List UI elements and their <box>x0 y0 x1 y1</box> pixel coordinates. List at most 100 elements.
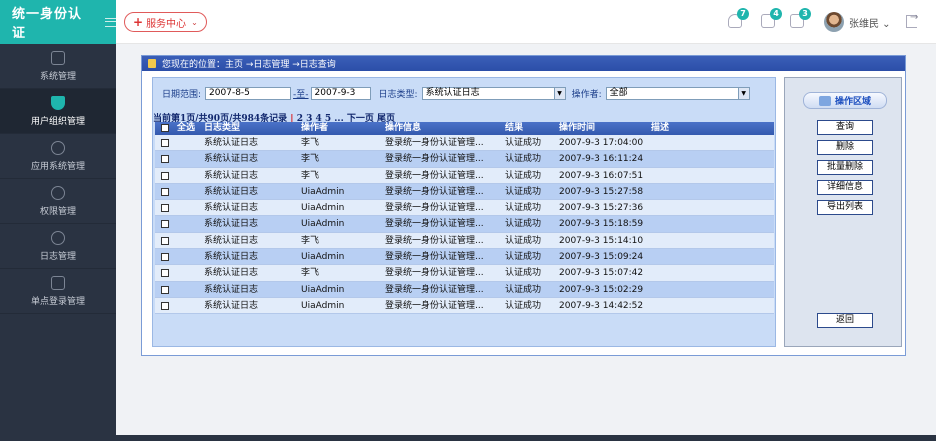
table-row[interactable]: 系统认证日志 UiaAdmin 登录统一身份认证管理... 认证成功 2007-9-3 … <box>155 297 774 315</box>
table-row[interactable]: 系统认证日志 UiaAdmin 登录统一身份认证管理... 认证成功 2007-9-3 … <box>155 200 774 217</box>
row-checkbox[interactable] <box>161 285 169 294</box>
dropdown-arrow-icon: ▼ <box>737 88 749 99</box>
service-center-label: 服务中心 <box>146 18 187 30</box>
sidebar-item-app-system[interactable]: 应用系统管理 <box>0 134 116 179</box>
operator-select[interactable]: 全部 ▼ <box>605 87 750 100</box>
operator-value: 全部 <box>609 88 628 98</box>
log-type-value: 系统认证日志 <box>425 88 480 98</box>
cell-result: 认证成功 <box>505 284 542 295</box>
select-all-checkbox[interactable] <box>161 124 169 132</box>
row-checkbox[interactable] <box>161 253 169 262</box>
cell-info: 登录统一身份认证管理... <box>385 284 484 295</box>
row-checkbox[interactable] <box>161 301 169 310</box>
service-center-button[interactable]: + 服务中心 ⌄ <box>124 12 207 32</box>
cell-time: 2007-9-3 14:42:52 <box>559 300 644 311</box>
document-icon[interactable]: 3 <box>790 8 811 28</box>
table-row[interactable]: 系统认证日志 李飞 登录统一身份认证管理... 认证成功 2007-9-3 16:07:… <box>155 167 774 184</box>
medkit-icon <box>51 275 65 290</box>
header-type: 日志类型 <box>204 123 241 133</box>
top-header: + 服务中心 ⌄ 7 4 3 张维民 ⌄ <box>116 0 936 44</box>
export-list-button[interactable]: 导出列表 <box>817 200 873 215</box>
cell-time: 2007-9-3 15:07:42 <box>559 268 644 279</box>
cell-result: 认证成功 <box>505 235 542 246</box>
table-row[interactable]: 系统认证日志 李飞 登录统一身份认证管理... 认证成功 2007-9-3 15:14:… <box>155 232 774 250</box>
cell-operator: UiaAdmin <box>301 300 345 311</box>
table-row[interactable]: 系统认证日志 李飞 登录统一身份认证管理... 认证成功 2007-9-3 17:04:… <box>155 135 774 152</box>
table-row[interactable]: 系统认证日志 UiaAdmin 登录统一身份认证管理... 认证成功 2007-9-3 … <box>155 249 774 266</box>
bell-badge: 7 <box>737 8 749 20</box>
cell-operator: 李飞 <box>301 154 320 165</box>
sidebar-item-log[interactable]: 日志管理 <box>0 224 116 269</box>
cell-type: 系统认证日志 <box>204 235 259 246</box>
cell-result: 认证成功 <box>505 138 542 148</box>
computer-icon <box>818 95 831 106</box>
row-checkbox[interactable] <box>161 204 169 213</box>
table-row[interactable]: 系统认证日志 UiaAdmin 登录统一身份认证管理... 认证成功 2007-9-3 … <box>155 183 774 201</box>
user-menu[interactable]: 张维民 ⌄ <box>849 15 891 30</box>
username: 张维民 <box>849 19 879 30</box>
cell-type: 系统认证日志 <box>204 219 259 230</box>
sidebar-item-user-org[interactable]: 用户组织管理 <box>0 89 116 134</box>
sidebar-item-label: 系统管理 <box>39 71 76 82</box>
cell-result: 认证成功 <box>505 300 542 311</box>
location-icon <box>148 59 156 68</box>
sidebar-item-label: 日志管理 <box>39 251 76 262</box>
row-checkbox[interactable] <box>161 155 169 164</box>
operator-label: 操作者: <box>571 90 602 100</box>
to-label: -至- <box>293 90 309 100</box>
cell-result: 认证成功 <box>505 219 542 230</box>
cell-type: 系统认证日志 <box>204 138 259 148</box>
filter-bar: 日期范围: 2007-8-5 -至- 2007-9-3 日志类型: 系统认证日志… <box>162 87 750 100</box>
cell-operator: 李飞 <box>301 138 320 148</box>
delete-button[interactable]: 删除 <box>817 140 873 155</box>
table-row[interactable]: 系统认证日志 李飞 登录统一身份认证管理... 认证成功 2007-9-3 15:07:… <box>155 265 774 282</box>
logout-icon[interactable] <box>906 12 918 28</box>
batch-delete-button[interactable]: 批量删除 <box>817 160 873 175</box>
sidebar-item-label: 应用系统管理 <box>30 161 85 172</box>
table-row[interactable]: 系统认证日志 UiaAdmin 登录统一身份认证管理... 认证成功 2007-9-3 … <box>155 281 774 298</box>
cell-type: 系统认证日志 <box>204 284 259 295</box>
cell-info: 登录统一身份认证管理... <box>385 300 484 311</box>
cell-type: 系统认证日志 <box>204 186 259 197</box>
table-row[interactable]: 系统认证日志 李飞 登录统一身份认证管理... 认证成功 2007-9-3 16:11:… <box>155 151 774 168</box>
table-row[interactable]: 系统认证日志 UiaAdmin 登录统一身份认证管理... 认证成功 2007-9-3 … <box>155 216 774 233</box>
avatar[interactable] <box>824 12 844 32</box>
header-select-all[interactable]: 全选 <box>177 122 195 135</box>
cell-time: 2007-9-3 16:11:24 <box>559 154 644 165</box>
sidebar: 系统管理 用户组织管理 应用系统管理 权限管理 日志管理 单点登录管理 <box>0 44 116 441</box>
log-query-panel: 日期范围: 2007-8-5 -至- 2007-9-3 日志类型: 系统认证日志… <box>152 77 776 347</box>
cell-result: 认证成功 <box>505 252 542 263</box>
log-type-label: 日志类型: <box>378 90 418 100</box>
row-checkbox[interactable] <box>161 171 169 180</box>
row-checkbox[interactable] <box>161 269 169 278</box>
row-checkbox[interactable] <box>161 236 169 245</box>
header-info: 操作信息 <box>385 123 422 133</box>
cell-info: 登录统一身份认证管理... <box>385 268 484 279</box>
bell-icon[interactable]: 7 <box>728 8 749 28</box>
document-badge: 3 <box>799 8 811 20</box>
date-to-input[interactable]: 2007-9-3 <box>310 87 371 100</box>
sidebar-item-system[interactable]: 系统管理 <box>0 44 116 89</box>
mail-badge: 4 <box>770 8 782 20</box>
cell-result: 认证成功 <box>505 268 542 279</box>
cell-time: 2007-9-3 15:14:10 <box>559 235 644 246</box>
back-button[interactable]: 返回 <box>817 313 873 328</box>
date-from-input[interactable]: 2007-8-5 <box>205 87 292 100</box>
bottom-bar <box>116 435 936 441</box>
sidebar-item-sso[interactable]: 单点登录管理 <box>0 269 116 314</box>
date-range-label: 日期范围: <box>162 90 202 100</box>
hamburger-menu-icon[interactable] <box>104 17 116 27</box>
leaf-icon <box>51 140 65 155</box>
row-checkbox[interactable] <box>161 220 169 229</box>
log-type-select[interactable]: 系统认证日志 ▼ <box>421 87 566 100</box>
cell-type: 系统认证日志 <box>204 203 259 214</box>
row-checkbox[interactable] <box>161 187 169 196</box>
row-checkbox[interactable] <box>161 139 169 147</box>
detail-button[interactable]: 详细信息 <box>817 180 873 195</box>
mail-icon[interactable]: 4 <box>761 8 782 28</box>
sidebar-item-permission[interactable]: 权限管理 <box>0 179 116 224</box>
sidebar-item-label: 单点登录管理 <box>30 296 85 307</box>
query-button[interactable]: 查询 <box>817 120 873 135</box>
sidebar-item-label: 权限管理 <box>39 206 76 217</box>
bulb-icon <box>51 230 65 245</box>
